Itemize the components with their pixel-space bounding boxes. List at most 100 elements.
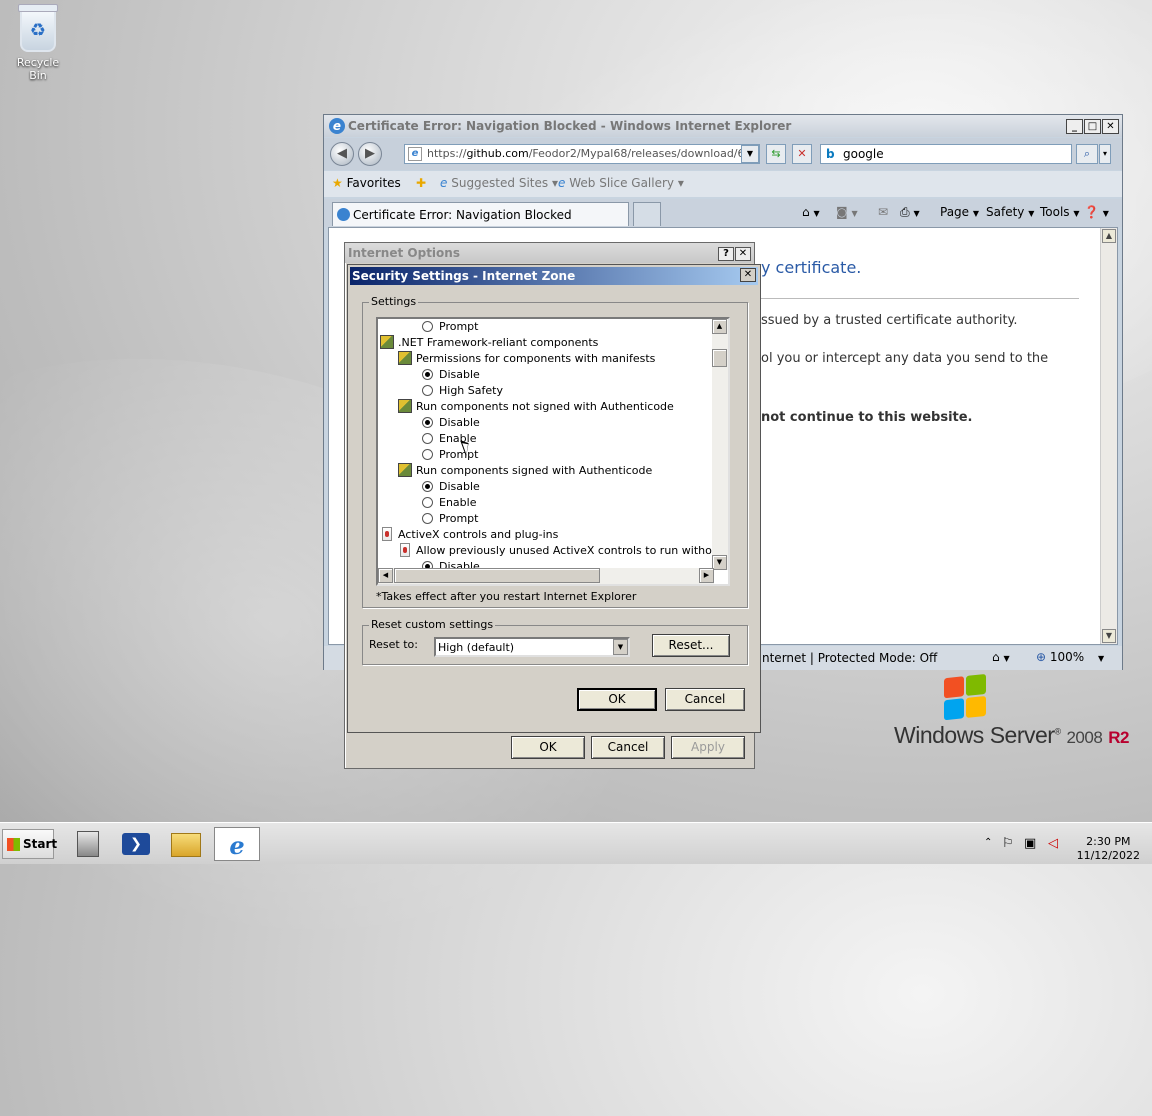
chevron-down-icon: ▼ — [1028, 209, 1035, 218]
search-button[interactable]: ⌕ — [1076, 144, 1098, 164]
read-mail-button[interactable]: ✉ — [878, 205, 888, 219]
settings-tree[interactable]: Disable Allow previously unused ActiveX c… — [376, 317, 730, 586]
close-button[interactable]: ✕ — [735, 247, 751, 261]
forward-button[interactable]: ▶ — [358, 142, 382, 166]
scroll-left-arrow[interactable]: ◀ — [378, 568, 393, 583]
protected-mode-button[interactable]: ⌂ ▼ — [992, 650, 1010, 664]
logo-version: 2008 — [1066, 728, 1103, 747]
internet-options-title: Internet Options — [348, 246, 460, 260]
scroll-thumb[interactable] — [394, 568, 600, 583]
tab-certificate-error[interactable]: Certificate Error: Navigation Blocked — [332, 202, 629, 226]
refresh-button[interactable]: ⇆ — [766, 144, 786, 164]
address-bar[interactable]: e https://github.com/Feodor2/Mypal68/rel… — [404, 144, 760, 164]
cancel-button[interactable]: Cancel — [665, 688, 745, 711]
internet-options-cancel-button[interactable]: Cancel — [591, 736, 665, 759]
new-tab-button[interactable] — [633, 202, 661, 226]
chevron-up-icon: ⌃ — [984, 837, 993, 848]
tools-menu[interactable]: Tools ▼ — [1040, 205, 1080, 219]
address-prefix: https:// — [427, 147, 467, 160]
web-slice-gallery-link[interactable]: e Web Slice Gallery ▾ — [558, 176, 684, 190]
internet-options-ok-button[interactable]: OK — [511, 736, 585, 759]
explorer-taskbar-button[interactable] — [166, 827, 206, 861]
address-dropdown[interactable]: ▼ — [741, 145, 759, 163]
scroll-up-arrow[interactable]: ▲ — [1102, 229, 1116, 243]
clock[interactable]: 2:30 PM 11/12/2022 — [1077, 835, 1140, 863]
radio-unchecked-icon — [422, 497, 433, 508]
scroll-right-arrow[interactable]: ▶ — [699, 568, 714, 583]
chevron-down-icon: ▼ — [913, 209, 920, 218]
ie-title-bar[interactable]: e Certificate Error: Navigation Blocked … — [324, 115, 1122, 137]
setting-option[interactable]: Enable — [422, 495, 476, 511]
setting-option[interactable]: Disable — [422, 415, 480, 431]
close-button[interactable]: ✕ — [1102, 119, 1119, 134]
action-center-icon[interactable]: ⚐ — [1002, 836, 1014, 851]
activex-icon — [400, 543, 410, 557]
cert-error-line-3: not continue to this website. — [761, 410, 973, 425]
setting-item: Run components not signed with Authentic… — [398, 399, 674, 415]
taskbar: Start ❯ e ⌃ ⚐ ▣ ◁ 2:30 PM 11/12/2022 — [0, 822, 1152, 864]
dotnet-component-icon — [380, 335, 394, 349]
setting-label: Enable — [439, 432, 477, 445]
setting-option[interactable]: Disable — [422, 367, 480, 383]
add-to-favorites-button[interactable]: ✚ — [416, 176, 426, 190]
refresh-icon: ⇆ — [771, 147, 781, 160]
chevron-down-icon: ▼ — [1102, 209, 1109, 218]
tab-label: Certificate Error: Navigation Blocked — [353, 208, 572, 222]
setting-item: Permissions for components with manifest… — [398, 351, 655, 367]
zoom-control[interactable]: ⊕ 100% ▼ — [1036, 650, 1104, 664]
setting-label: Permissions for components with manifest… — [416, 352, 656, 365]
page-scrollbar[interactable]: ▲ ▼ — [1100, 228, 1117, 644]
minimize-button[interactable]: _ — [1066, 119, 1083, 134]
reset-button[interactable]: Reset... — [652, 634, 730, 657]
chevron-down-icon[interactable]: ▼ — [613, 639, 628, 655]
scroll-thumb[interactable] — [712, 349, 727, 367]
recycle-bin[interactable]: Recycle Bin — [8, 4, 68, 82]
search-options-dropdown[interactable]: ▾ — [1099, 144, 1111, 164]
ie-taskbar-button[interactable]: e — [214, 827, 260, 861]
address-path: /Feodor2/Mypal68/releases/download/68.12… — [528, 147, 760, 160]
printer-icon: ⎙ — [900, 205, 910, 219]
back-button[interactable]: ◀ — [330, 142, 354, 166]
tree-horizontal-scrollbar[interactable]: ◀ ▶ — [378, 568, 714, 584]
suggested-sites-link[interactable]: e Suggested Sites ▾ — [440, 176, 558, 190]
start-button[interactable]: Start — [2, 829, 57, 859]
search-icon: ⌕ — [1083, 147, 1091, 160]
help-button[interactable]: ❓ ▼ — [1084, 205, 1109, 219]
volume-muted-icon[interactable]: ◁ — [1048, 836, 1058, 851]
setting-option[interactable]: Prompt — [422, 319, 478, 335]
rss-icon: ◙ — [836, 205, 848, 219]
internet-options-apply-button[interactable]: Apply — [671, 736, 745, 759]
help-button[interactable]: ? — [718, 247, 734, 261]
close-button[interactable]: ✕ — [740, 268, 756, 282]
powershell-taskbar-button[interactable]: ❯ — [116, 827, 156, 861]
network-icon[interactable]: ▣ — [1024, 836, 1036, 851]
clock-date: 11/12/2022 — [1076, 849, 1140, 862]
security-settings-title: Security Settings - Internet Zone — [352, 269, 576, 283]
scroll-down-arrow[interactable]: ▼ — [712, 555, 727, 570]
logo-r2: R2 — [1108, 728, 1129, 747]
scroll-down-arrow[interactable]: ▼ — [1102, 629, 1116, 643]
home-button[interactable]: ⌂ ▼ — [802, 205, 820, 219]
setting-option[interactable]: High Safety — [422, 383, 503, 399]
page-menu[interactable]: Page ▼ — [940, 205, 979, 219]
maximize-button[interactable]: □ — [1084, 119, 1101, 134]
scroll-up-arrow[interactable]: ▲ — [712, 319, 727, 334]
setting-option[interactable]: Disable — [422, 479, 480, 495]
cert-error-line-2: ol you or intercept any data you send to… — [761, 351, 1049, 366]
ie-window-title: Certificate Error: Navigation Blocked - … — [348, 119, 792, 133]
ok-button[interactable]: OK — [577, 688, 657, 711]
reset-to-select[interactable]: High (default) ▼ — [434, 637, 630, 657]
server-manager-taskbar-button[interactable] — [68, 827, 108, 861]
safety-menu[interactable]: Safety ▼ — [986, 205, 1034, 219]
feeds-button[interactable]: ◙ ▼ — [836, 205, 858, 219]
print-button[interactable]: ⎙ ▼ — [900, 205, 920, 220]
show-hidden-icons-button[interactable]: ⌃ — [984, 837, 992, 848]
favorites-button[interactable]: ★ Favorites — [332, 176, 401, 190]
tree-vertical-scrollbar[interactable]: ▲ ▼ — [712, 319, 728, 570]
setting-option[interactable]: Prompt — [422, 511, 478, 527]
security-settings-title-bar[interactable]: Security Settings - Internet Zone ✕ — [350, 267, 758, 285]
setting-label: High Safety — [439, 384, 503, 397]
stop-button[interactable]: ✕ — [792, 144, 812, 164]
internet-options-title-bar[interactable]: Internet Options ? ✕ — [345, 243, 754, 263]
search-input[interactable]: b google — [820, 144, 1072, 164]
